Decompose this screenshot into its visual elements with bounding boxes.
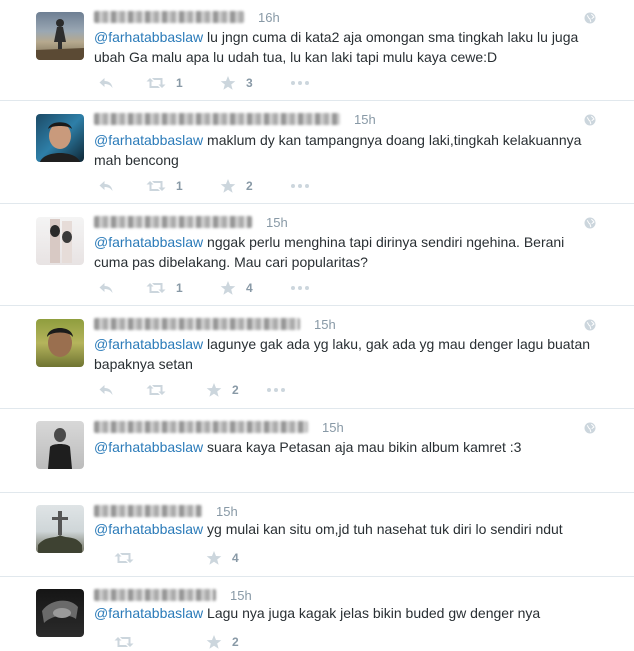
more-button[interactable] bbox=[290, 178, 310, 194]
blurred-username bbox=[94, 113, 340, 125]
tweet-text: @farhatabbaslaw maklum dy kan tampangnya… bbox=[94, 132, 582, 168]
mention-link[interactable]: @farhatabbaslaw bbox=[94, 521, 203, 537]
star-icon bbox=[206, 550, 222, 566]
blurred-username bbox=[94, 589, 216, 601]
reply-icon bbox=[98, 75, 114, 91]
retweet-button[interactable] bbox=[114, 550, 144, 566]
retweet-icon bbox=[114, 550, 134, 566]
retweet-button[interactable]: 1 bbox=[146, 178, 183, 194]
reply-icon bbox=[98, 280, 114, 296]
tweet-timestamp[interactable]: 15h bbox=[314, 317, 336, 332]
retweet-count: 1 bbox=[176, 179, 183, 193]
retweet-button[interactable] bbox=[114, 634, 144, 650]
blurred-username bbox=[94, 216, 252, 228]
favorite-count: 2 bbox=[232, 383, 239, 397]
retweet-button[interactable]: 1 bbox=[146, 75, 183, 91]
retweet-count: 1 bbox=[176, 281, 183, 295]
blurred-username bbox=[94, 318, 300, 330]
more-button[interactable] bbox=[290, 280, 310, 296]
favorite-count: 4 bbox=[246, 281, 253, 295]
blurred-username bbox=[94, 11, 244, 23]
retweet-icon bbox=[146, 382, 166, 398]
tweet-text: @farhatabbaslaw lu jngn cuma di kata2 aj… bbox=[94, 29, 579, 65]
reply-button[interactable] bbox=[98, 382, 114, 398]
avatar[interactable] bbox=[36, 12, 84, 60]
tweet-item[interactable]: 15h @farhatabbaslaw nggak perlu menghina… bbox=[0, 203, 634, 305]
avatar[interactable] bbox=[36, 421, 84, 469]
tweet-item[interactable]: 15h @farhatabbaslaw yg mulai kan situ om… bbox=[0, 492, 634, 576]
avatar[interactable] bbox=[36, 319, 84, 367]
reply-icon bbox=[98, 178, 114, 194]
tweet-text: @farhatabbaslaw suara kaya Petasan aja m… bbox=[94, 439, 522, 455]
reply-icon bbox=[98, 382, 114, 398]
tweet-timestamp[interactable]: 15h bbox=[354, 112, 376, 127]
favorite-count: 2 bbox=[232, 635, 239, 649]
tweet-timestamp[interactable]: 15h bbox=[322, 420, 344, 435]
globe-icon[interactable] bbox=[584, 319, 596, 331]
tweet-item[interactable]: 16h @farhatabbaslaw lu jngn cuma di kata… bbox=[0, 0, 634, 100]
more-icon bbox=[266, 382, 286, 398]
reply-button[interactable] bbox=[98, 75, 114, 91]
retweet-button[interactable]: 1 bbox=[146, 280, 183, 296]
favorite-button[interactable]: 4 bbox=[206, 550, 239, 566]
blurred-username bbox=[94, 421, 308, 433]
avatar[interactable] bbox=[36, 505, 84, 553]
tweet-timestamp[interactable]: 15h bbox=[230, 588, 252, 603]
tweet-text: @farhatabbaslaw yg mulai kan situ om,jd … bbox=[94, 521, 563, 537]
globe-icon[interactable] bbox=[584, 217, 596, 229]
favorite-count: 2 bbox=[246, 179, 253, 193]
tweet-item[interactable]: 15h @farhatabbaslaw lagunye gak ada yg l… bbox=[0, 305, 634, 408]
retweet-count: 1 bbox=[176, 76, 183, 90]
tweet-item[interactable]: 15h @farhatabbaslaw Lagu nya juga kagak … bbox=[0, 576, 634, 651]
favorite-button[interactable]: 2 bbox=[206, 382, 239, 398]
favorite-button[interactable]: 4 bbox=[220, 280, 253, 296]
tweet-item[interactable]: 15h @farhatabbaslaw maklum dy kan tampan… bbox=[0, 100, 634, 203]
retweet-button[interactable] bbox=[146, 382, 176, 398]
tweet-timestamp[interactable]: 16h bbox=[258, 10, 280, 25]
reply-button[interactable] bbox=[98, 280, 114, 296]
globe-icon[interactable] bbox=[584, 114, 596, 126]
tweet-text: @farhatabbaslaw nggak perlu menghina tap… bbox=[94, 234, 565, 270]
more-button[interactable] bbox=[266, 382, 286, 398]
tweet-item[interactable]: 15h @farhatabbaslaw suara kaya Petasan a… bbox=[0, 408, 634, 492]
favorite-button[interactable]: 2 bbox=[220, 178, 253, 194]
tweet-text: @farhatabbaslaw Lagu nya juga kagak jela… bbox=[94, 605, 541, 621]
more-icon bbox=[290, 75, 310, 91]
mention-link[interactable]: @farhatabbaslaw bbox=[94, 336, 203, 352]
favorite-count: 3 bbox=[246, 76, 253, 90]
retweet-icon bbox=[114, 634, 134, 650]
mention-link[interactable]: @farhatabbaslaw bbox=[94, 605, 203, 621]
tweet-text: @farhatabbaslaw lagunye gak ada yg laku,… bbox=[94, 336, 591, 372]
blurred-username bbox=[94, 505, 202, 517]
star-icon bbox=[220, 178, 236, 194]
globe-icon[interactable] bbox=[584, 12, 596, 24]
mention-link[interactable]: @farhatabbaslaw bbox=[94, 439, 203, 455]
avatar[interactable] bbox=[36, 589, 84, 637]
avatar[interactable] bbox=[36, 217, 84, 265]
more-icon bbox=[290, 178, 310, 194]
avatar[interactable] bbox=[36, 114, 84, 162]
star-icon bbox=[206, 634, 222, 650]
tweet-timestamp[interactable]: 15h bbox=[216, 504, 238, 519]
retweet-icon bbox=[146, 178, 166, 194]
mention-link[interactable]: @farhatabbaslaw bbox=[94, 234, 203, 250]
retweet-icon bbox=[146, 280, 166, 296]
reply-button[interactable] bbox=[98, 178, 114, 194]
mention-link[interactable]: @farhatabbaslaw bbox=[94, 132, 203, 148]
star-icon bbox=[220, 280, 236, 296]
mention-link[interactable]: @farhatabbaslaw bbox=[94, 29, 203, 45]
more-button[interactable] bbox=[290, 75, 310, 91]
favorite-button[interactable]: 2 bbox=[206, 634, 239, 650]
retweet-icon bbox=[146, 75, 166, 91]
favorite-count: 4 bbox=[232, 551, 239, 565]
star-icon bbox=[220, 75, 236, 91]
star-icon bbox=[206, 382, 222, 398]
more-icon bbox=[290, 280, 310, 296]
globe-icon[interactable] bbox=[584, 422, 596, 434]
tweet-timestamp[interactable]: 15h bbox=[266, 215, 288, 230]
favorite-button[interactable]: 3 bbox=[220, 75, 253, 91]
